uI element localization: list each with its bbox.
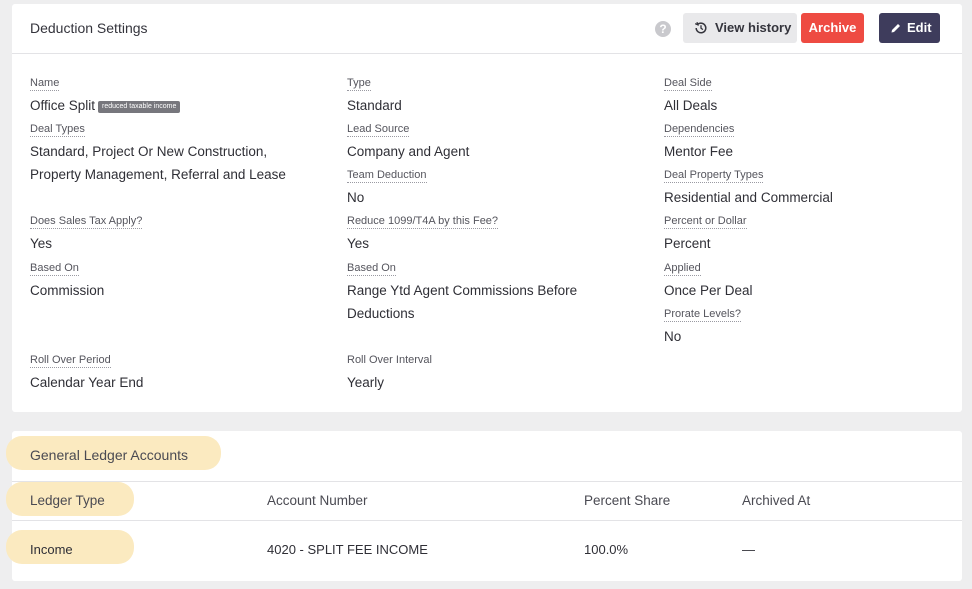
based-on-range-value-line2: Deductions xyxy=(347,306,415,321)
deal-types-value-line2: Property Management, Referral and Lease xyxy=(30,167,286,182)
reduced-taxable-income-badge: reduced taxable income xyxy=(98,101,181,113)
type-label: Type xyxy=(347,77,371,91)
applied-label: Applied xyxy=(664,262,701,276)
divider xyxy=(12,520,962,521)
reduce-1099-value: Yes xyxy=(347,236,370,251)
column-header-archived-at: Archived At xyxy=(742,493,811,508)
sales-tax-value: Yes xyxy=(30,236,53,251)
divider xyxy=(12,481,962,482)
section-title: General Ledger Accounts xyxy=(30,447,188,463)
prorate-levels-label: Prorate Levels? xyxy=(664,308,742,322)
team-deduction-value: No xyxy=(347,190,365,205)
based-on-label: Based On xyxy=(30,262,79,276)
based-on-range-value-line1: Range Ytd Agent Commissions Before xyxy=(347,283,578,298)
deal-side-label: Deal Side xyxy=(664,77,712,91)
deal-types-label: Deal Types xyxy=(30,123,85,137)
page-title: Deduction Settings xyxy=(30,20,148,36)
help-icon[interactable]: ? xyxy=(655,21,671,37)
dependencies-value: Mentor Fee xyxy=(664,144,734,159)
type-value: Standard xyxy=(347,98,402,113)
roll-over-period-label: Roll Over Period xyxy=(30,354,111,368)
percent-share-cell: 100.0% xyxy=(584,542,629,557)
roll-over-interval-label: Roll Over Interval xyxy=(347,354,432,366)
based-on-range-label: Based On xyxy=(347,262,396,276)
reduce-1099-label: Reduce 1099/T4A by this Fee? xyxy=(347,215,499,229)
column-header-account-number: Account Number xyxy=(267,493,368,508)
account-number-cell: 4020 - SPLIT FEE INCOME xyxy=(267,542,428,557)
roll-over-period-value: Calendar Year End xyxy=(30,375,144,390)
deal-side-value: All Deals xyxy=(664,98,718,113)
applied-value: Once Per Deal xyxy=(664,283,753,298)
edit-label: Edit xyxy=(907,20,932,35)
name-value: Office Split reduced taxable income xyxy=(30,94,181,117)
dependencies-label: Dependencies xyxy=(664,123,735,137)
history-icon xyxy=(694,22,707,34)
deduction-settings-card: Deduction Settings ? View history Archiv… xyxy=(12,4,962,412)
archive-button[interactable]: Archive xyxy=(801,13,864,43)
lead-source-label: Lead Source xyxy=(347,123,410,137)
percent-or-dollar-label: Percent or Dollar xyxy=(664,215,747,229)
deal-property-types-value: Residential and Commercial xyxy=(664,190,833,205)
roll-over-interval-value: Yearly xyxy=(347,375,385,390)
pencil-icon xyxy=(891,24,900,33)
percent-or-dollar-value: Percent xyxy=(664,236,711,251)
ledger-type-cell: Income xyxy=(30,542,73,557)
edit-button[interactable]: Edit xyxy=(879,13,940,43)
prorate-levels-value: No xyxy=(664,329,682,344)
name-text: Office Split xyxy=(30,98,96,113)
deal-property-types-label: Deal Property Types xyxy=(664,169,764,183)
lead-source-value: Company and Agent xyxy=(347,144,470,159)
column-header-percent-share: Percent Share xyxy=(584,493,671,508)
card-header: Deduction Settings ? View history Archiv… xyxy=(12,4,962,54)
name-label: Name xyxy=(30,77,60,91)
deal-types-value-line1: Standard, Project Or New Construction, xyxy=(30,144,268,159)
general-ledger-card: General Ledger Accounts Ledger Type Acco… xyxy=(6,431,962,581)
sales-tax-label: Does Sales Tax Apply? xyxy=(30,215,143,229)
view-history-label: View history xyxy=(715,20,792,35)
team-deduction-label: Team Deduction xyxy=(347,169,427,183)
view-history-button[interactable]: View history xyxy=(683,13,797,43)
column-header-ledger-type: Ledger Type xyxy=(30,493,105,508)
based-on-value: Commission xyxy=(30,283,105,298)
archived-at-cell: — xyxy=(742,542,755,557)
